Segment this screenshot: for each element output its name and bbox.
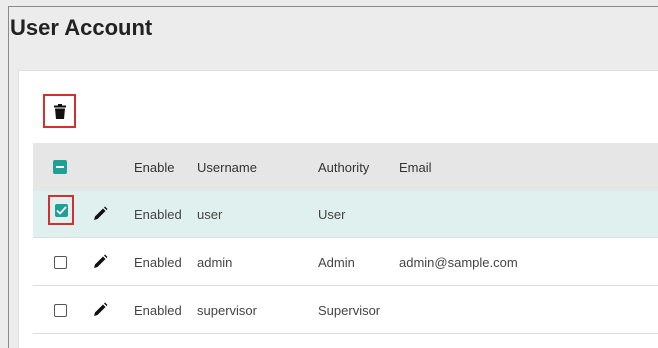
- row-username: supervisor: [197, 302, 257, 318]
- row-username: user: [197, 206, 223, 222]
- header-username[interactable]: Username: [197, 143, 257, 191]
- header-authority[interactable]: Authority: [318, 143, 369, 191]
- trash-icon: [53, 103, 66, 119]
- delete-button[interactable]: [43, 94, 76, 128]
- row-authority: Admin: [318, 254, 355, 270]
- page-title: User Account: [10, 15, 153, 40]
- edit-icon[interactable]: [92, 239, 108, 285]
- header-email[interactable]: Email: [399, 143, 432, 191]
- edit-icon[interactable]: [92, 191, 108, 237]
- header-enable[interactable]: Enable: [134, 143, 174, 191]
- row-authority: Supervisor: [318, 302, 381, 318]
- row-authority: User: [318, 206, 346, 222]
- row-checkbox[interactable]: [54, 303, 67, 317]
- row-enable: Enabled: [134, 254, 182, 270]
- row-enable: Enabled: [134, 302, 182, 318]
- table-row[interactable]: Enabled user User: [33, 191, 658, 238]
- row-checkbox-cell[interactable]: [54, 239, 67, 285]
- row-email: admin@sample.com: [399, 254, 518, 270]
- row-username: admin: [197, 254, 233, 270]
- row-checkbox[interactable]: [54, 203, 68, 217]
- select-all-cell[interactable]: [53, 143, 67, 191]
- check-icon: [55, 205, 67, 215]
- row-enable: Enabled: [134, 206, 182, 222]
- row-checkbox[interactable]: [54, 255, 67, 269]
- table-header: Enable Username Authority Email: [33, 143, 658, 191]
- row-checkbox-highlight[interactable]: [48, 195, 74, 225]
- row-checkbox-cell[interactable]: [54, 287, 67, 333]
- table-row[interactable]: Enabled supervisor Supervisor: [33, 287, 658, 334]
- table-row[interactable]: Enabled admin Admin admin@sample.com: [33, 239, 658, 286]
- edit-icon[interactable]: [92, 287, 108, 333]
- select-all-checkbox[interactable]: [53, 160, 67, 174]
